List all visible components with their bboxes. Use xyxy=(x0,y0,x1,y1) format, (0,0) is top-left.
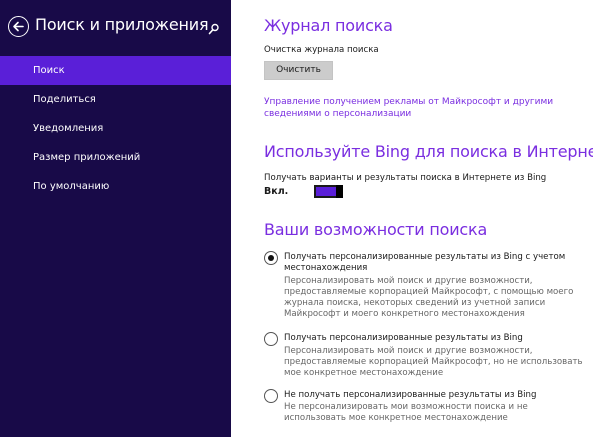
radio-not-personalized[interactable] xyxy=(264,389,278,403)
bing-toggle[interactable] xyxy=(314,185,343,198)
sidebar-item-search[interactable]: Поиск xyxy=(0,56,231,85)
settings-content: Журнал поиска Очистка журнала поиска Очи… xyxy=(231,0,593,437)
settings-sidebar: Поиск и приложения Поиск Поделиться Увед… xyxy=(0,0,231,437)
option-personalized-title[interactable]: Получать персонализированные результаты … xyxy=(284,333,584,344)
option-personalized-location-title[interactable]: Получать персонализированные результаты … xyxy=(284,252,584,274)
option-personalized-desc: Персонализировать мой поиск и другие воз… xyxy=(284,346,583,378)
sidebar-item-share[interactable]: Поделиться xyxy=(0,85,231,114)
back-arrow-icon xyxy=(13,21,24,32)
sidebar-item-notifications[interactable]: Уведомления xyxy=(0,114,231,143)
back-button[interactable] xyxy=(8,16,29,37)
option-not-personalized-desc: Не персонализировать мои возможности пои… xyxy=(284,402,528,423)
option-not-personalized-title[interactable]: Не получать персонализированные результа… xyxy=(284,390,584,401)
toggle-thumb xyxy=(336,185,343,198)
search-icon xyxy=(208,23,219,35)
sidebar-item-defaults[interactable]: По умолчанию xyxy=(0,172,231,201)
bing-suggestions-label: Получать варианты и результаты поиска в … xyxy=(264,173,547,183)
sidebar-item-app-sizes[interactable]: Размер приложений xyxy=(0,143,231,172)
clear-history-label: Очистка журнала поиска xyxy=(264,45,379,55)
bing-section-title: Используйте Bing для поиска в Интернете xyxy=(264,142,593,161)
experience-section-title: Ваши возможности поиска xyxy=(264,220,488,239)
sidebar-header: Поиск и приложения xyxy=(0,0,231,52)
option-personalized-location-desc: Персонализировать мой поиск и другие воз… xyxy=(284,276,574,319)
radio-personalized[interactable] xyxy=(264,332,278,346)
sidebar-title: Поиск и приложения xyxy=(35,15,209,34)
radio-personalized-location[interactable] xyxy=(264,251,278,265)
clear-history-button[interactable]: Очистить xyxy=(264,61,333,80)
bing-toggle-state: Вкл. xyxy=(264,186,289,197)
search-button[interactable] xyxy=(208,20,220,35)
sidebar-nav: Поиск Поделиться Уведомления Размер прил… xyxy=(0,56,231,201)
history-section-title: Журнал поиска xyxy=(264,16,393,35)
ads-personalization-link[interactable]: Управление получением рекламы от Майкрос… xyxy=(264,96,574,120)
